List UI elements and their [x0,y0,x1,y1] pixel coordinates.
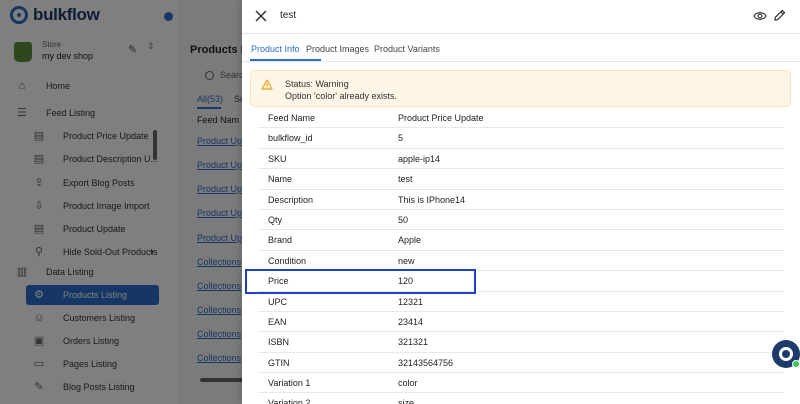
product-detail-table: Feed Name Product Price Update bulkflow_id… [258,108,784,404]
table-row: GTIN 32143564756 [258,353,784,374]
field-value: color [398,378,418,389]
field-name: Variation 2 [268,398,311,404]
chat-icon [779,347,793,361]
field-name: Brand [268,235,293,246]
online-status-dot [792,360,800,368]
pencil-icon[interactable] [773,9,786,22]
chat-launcher[interactable] [772,340,800,368]
field-value: 120 [398,276,414,287]
warning-title: Status: Warning [285,79,349,89]
table-row: Feed Name Product Price Update [258,108,784,129]
table-row: Condition new [258,251,784,272]
tab-product-info[interactable]: Product Info [251,44,300,54]
drawer-title: test [280,10,297,21]
field-name: Condition [268,255,307,266]
drawer-header: test [242,0,800,34]
tab-product-images[interactable]: Product Images [306,44,369,54]
field-name: EAN [268,316,287,327]
field-name: Feed Name [268,113,316,123]
table-row: Variation 1 color [258,373,784,394]
field-name: UPC [268,296,288,307]
table-row: Variation 2 size [258,393,784,404]
table-row: bulkflow_id 5 [258,128,784,149]
table-row: Brand Apple [258,230,784,251]
table-row: Description This is IPhone14 [258,190,784,210]
field-value: 50 [398,214,409,225]
field-name: Price [268,276,289,287]
product-detail-drawer: test Product Info Product Images Product… [242,0,800,404]
field-name: Qty [268,214,283,225]
table-row: SKU apple-ip14 [258,149,784,170]
field-value: 32143564756 [398,357,454,368]
field-value: Apple [398,235,422,246]
warning-message: Option 'color' already exists. [285,91,397,101]
table-row: Qty 50 [258,210,784,231]
warning-triangle-icon [261,79,273,90]
eye-icon[interactable] [753,10,767,22]
field-name: GTIN [268,357,290,368]
field-value: 23414 [398,316,424,327]
field-value: 321321 [398,337,429,348]
field-value: apple-ip14 [398,153,441,164]
field-value: 12321 [398,296,424,307]
warning-banner: Status: Warning Option 'color' already e… [250,70,791,107]
close-icon[interactable] [254,9,268,23]
field-name: Name [268,174,293,185]
table-row: UPC 12321 [258,292,784,312]
field-value: new [398,255,415,266]
field-value: This is IPhone14 [398,194,466,205]
field-name: Description [268,194,314,205]
field-name: Variation 1 [268,378,311,389]
drawer-tabs: Product Info Product Images Product Vari… [242,36,800,62]
table-row: Name test [258,169,784,190]
field-name: SKU [268,153,287,164]
tab-product-variants[interactable]: Product Variants [374,44,440,54]
table-row: Price 120 [258,271,784,292]
table-row: EAN 23414 [258,312,784,333]
field-value: 5 [398,133,404,144]
field-name: bulkflow_id [268,133,313,144]
field-value: test [398,174,413,185]
field-value: size [398,398,415,404]
table-row: ISBN 321321 [258,332,784,353]
active-tab-underline [250,59,321,61]
field-name: ISBN [268,337,290,348]
field-value: Product Price Update [398,113,484,123]
